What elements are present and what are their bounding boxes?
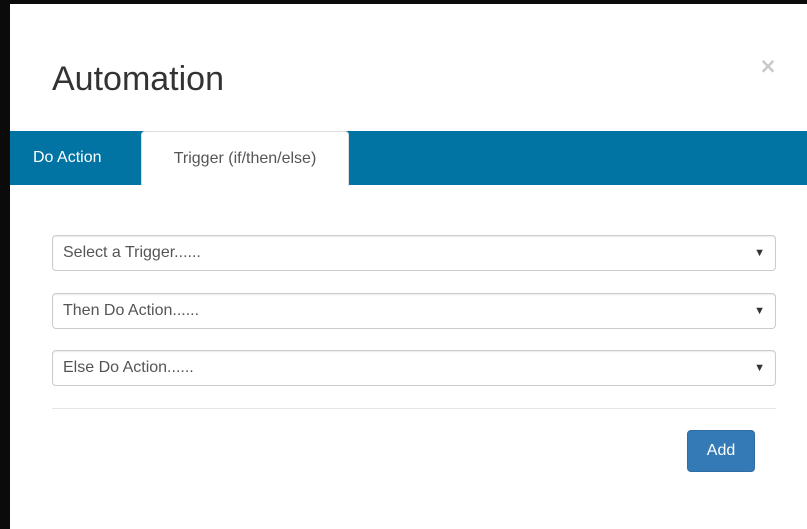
- tab-bar: Do Action Trigger (if/then/else): [10, 131, 807, 186]
- close-icon[interactable]: ×: [758, 54, 778, 78]
- chevron-down-icon: ▼: [754, 362, 765, 374]
- else-action-select[interactable]: Else Do Action...... ▼: [52, 350, 776, 386]
- chevron-down-icon: ▼: [754, 247, 765, 259]
- trigger-select-value: Select a Trigger......: [63, 244, 201, 261]
- trigger-select[interactable]: Select a Trigger...... ▼: [52, 235, 776, 271]
- automation-modal: Automation × Do Action Trigger (if/then/…: [10, 4, 807, 529]
- tab-do-action[interactable]: Do Action: [20, 131, 140, 185]
- backdrop-overlay-left: [0, 0, 10, 529]
- then-action-select[interactable]: Then Do Action...... ▼: [52, 293, 776, 329]
- modal-title: Automation: [52, 60, 224, 98]
- then-action-select-value: Then Do Action......: [63, 302, 200, 319]
- else-action-select-value: Else Do Action......: [63, 359, 194, 376]
- tab-trigger[interactable]: Trigger (if/then/else): [141, 131, 349, 186]
- chevron-down-icon: ▼: [754, 305, 765, 317]
- add-button[interactable]: Add: [687, 430, 755, 472]
- form-divider: [52, 408, 776, 409]
